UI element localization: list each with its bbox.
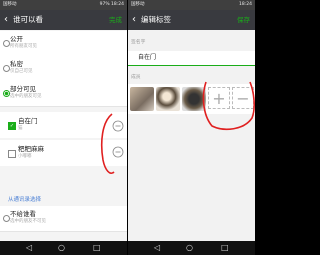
radio-icon[interactable] [3, 215, 10, 222]
nav-recent-icon[interactable]: □ [93, 242, 101, 254]
red-annotation-circle [202, 81, 255, 131]
radio-icon[interactable] [3, 65, 10, 72]
nav-home-icon[interactable]: ○ [186, 242, 193, 254]
option-title: 不给谁看 [10, 210, 36, 218]
radio-selected-icon[interactable] [3, 90, 10, 97]
nav-bar: ◁ ○ □ [0, 241, 127, 255]
option-title: 公开 [10, 35, 23, 43]
option-subtitle: 仅自己可见 [10, 69, 33, 74]
status-bar: 国移动 97% 18:24 [0, 0, 127, 10]
tag-name-value: 自在门 [138, 54, 157, 61]
title-bar: ‹ 编辑标签 保存 [128, 10, 255, 30]
nav-bar: ◁ ○ □ [128, 241, 255, 255]
option-subtitle: 所有朋友可见 [10, 44, 37, 49]
contacts-select-link[interactable]: 从通讯录选择 [8, 195, 41, 203]
checkbox-icon[interactable] [8, 150, 16, 158]
status-right: 18:24 [239, 2, 252, 7]
tag-name: 自在门 [18, 117, 38, 125]
done-button[interactable]: 完成 [109, 10, 122, 30]
option-public[interactable]: 公开 所有朋友可见 [0, 31, 127, 57]
option-title: 私密 [10, 60, 23, 68]
option-subtitle: 选中的朋友不可见 [10, 219, 46, 224]
page-title: 谁可以看 [13, 15, 43, 24]
carrier-label: 国移动 [131, 2, 145, 7]
avatar[interactable] [156, 87, 180, 111]
page-title: 编辑标签 [141, 15, 171, 24]
option-title: 部分可见 [10, 85, 36, 93]
tag-members: 小嘟嘟 [18, 154, 32, 159]
tag-members: 猫 [18, 126, 23, 131]
carrier-label: 国移动 [3, 2, 17, 7]
section-label-name: 签名字 [131, 40, 146, 45]
save-button[interactable]: 保存 [237, 10, 250, 30]
status-bar: 国移动 18:24 [128, 0, 255, 10]
nav-recent-icon[interactable]: □ [221, 242, 229, 254]
tag-name: 粑粑麻麻 [18, 145, 44, 153]
section-label-members: 成员 [131, 75, 141, 80]
left-phone-screen: 国移动 97% 18:24 ‹ 谁可以看 完成 公开 所有朋友可见 私密 仅自己… [0, 0, 127, 255]
option-exclude[interactable]: 不给谁看 选中的朋友不可见 [0, 206, 127, 232]
right-phone-screen: 国移动 18:24 ‹ 编辑标签 保存 签名字 自在门 成员 + − ◁ ○ □ [128, 0, 255, 255]
radio-icon[interactable] [3, 40, 10, 47]
red-annotation-circle [100, 113, 124, 175]
title-bar: ‹ 谁可以看 完成 [0, 10, 127, 30]
option-private[interactable]: 私密 仅自己可见 [0, 56, 127, 82]
option-subtitle: 选中的朋友可见 [10, 94, 42, 99]
nav-home-icon[interactable]: ○ [58, 242, 65, 254]
nav-back-icon[interactable]: ◁ [26, 242, 32, 254]
avatar[interactable] [130, 87, 154, 111]
status-right: 97% 18:24 [99, 2, 124, 7]
checkbox-checked-icon[interactable]: ✓ [8, 122, 16, 130]
nav-back-icon[interactable]: ◁ [154, 242, 160, 254]
option-partial[interactable]: 部分可见 选中的朋友可见 [0, 81, 127, 107]
tag-name-input[interactable]: 自在门 [128, 51, 255, 66]
